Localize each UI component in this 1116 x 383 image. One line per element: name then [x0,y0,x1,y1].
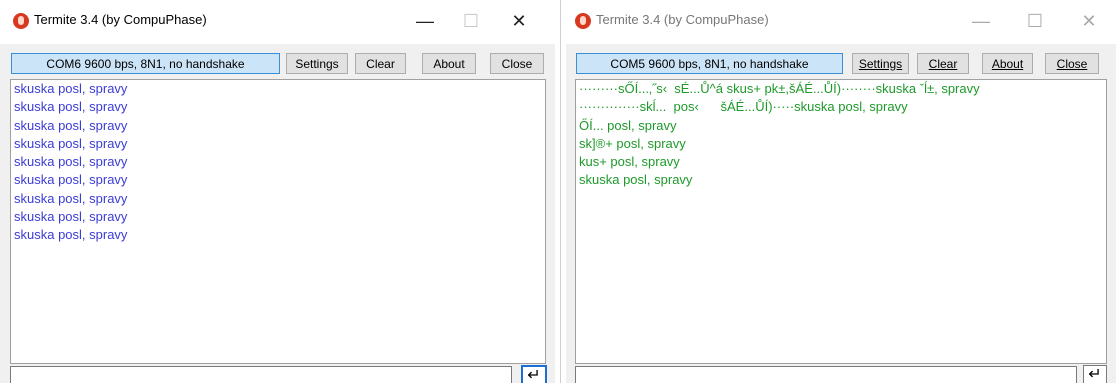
output-line: sk]®+ posl, spravy [579,135,686,151]
window-title: Termite 3.4 (by CompuPhase) [34,12,207,27]
separator-line [560,0,561,383]
settings-button[interactable]: Settings [852,53,909,74]
close-icon[interactable]: ✕ [1066,4,1112,38]
enter-icon[interactable]: ↵ [521,365,547,383]
settings-button[interactable]: Settings [286,53,348,74]
output-line: skuska posl, spravy [14,190,128,206]
close-button[interactable]: Close [490,53,544,74]
output-line: ŐÍ... posl, spravy [579,117,677,133]
termite-window-com6: Termite 3.4 (by CompuPhase) — ☐ ✕ COM6 9… [0,0,555,383]
output-line: skuska posl, spravy [579,172,693,188]
output-line: skuska posl, spravy [14,209,128,225]
send-input[interactable] [10,366,512,383]
enter-icon[interactable]: ↵ [1083,365,1107,383]
output-line: kus+ posl, spravy [579,154,680,170]
title-bar[interactable]: Termite 3.4 (by CompuPhase) — ☐ ✕ [0,0,555,44]
clear-button[interactable]: Clear [355,53,406,74]
minimize-icon[interactable]: — [958,4,1004,38]
maximize-icon[interactable]: ☐ [448,4,494,38]
maximize-icon[interactable]: ☐ [1012,4,1058,38]
output-line: ·········sŐÍ...‚˝s‹ sÉ...Ů^á skus+ pk±,š… [579,81,980,96]
about-button[interactable]: About [982,53,1033,74]
toolbar: COM6 9600 bps, 8N1, no handshake Setting… [0,44,555,78]
port-status-button[interactable]: COM5 9600 bps, 8N1, no handshake [576,53,843,74]
termite-app-icon [13,13,29,29]
close-icon[interactable]: ✕ [496,4,542,38]
output-line: skuska posl, spravy [14,172,128,188]
output-line: ··············skĺ... pos‹ šÁÉ...ŮÍ)·····… [579,99,908,115]
output-area[interactable]: skuska posl, spravy skuska posl, spravy … [10,79,546,364]
minimize-icon[interactable]: — [402,4,448,38]
output-line: skuska posl, spravy [14,227,128,243]
output-area[interactable]: ·········sŐÍ...‚˝s‹ sÉ...Ů^á skus+ pk±,š… [575,79,1107,364]
output-line: skuska posl, spravy [14,154,128,170]
output-line: skuska posl, spravy [14,99,128,115]
clear-button[interactable]: Clear [917,53,969,74]
toolbar: COM5 9600 bps, 8N1, no handshake Setting… [566,44,1116,78]
title-bar[interactable]: Termite 3.4 (by CompuPhase) — ☐ ✕ [566,0,1116,44]
termite-app-icon [575,13,591,29]
output-line: skuska posl, spravy [14,135,128,151]
about-button[interactable]: About [422,53,476,74]
close-button[interactable]: Close [1045,53,1099,74]
window-title: Termite 3.4 (by CompuPhase) [596,12,769,27]
output-line: skuska posl, spravy [14,117,128,133]
send-input[interactable] [575,366,1077,383]
output-line: skuska posl, spravy [14,81,128,96]
termite-window-com5: Termite 3.4 (by CompuPhase) — ☐ ✕ COM5 9… [566,0,1116,383]
port-status-button[interactable]: COM6 9600 bps, 8N1, no handshake [11,53,280,74]
